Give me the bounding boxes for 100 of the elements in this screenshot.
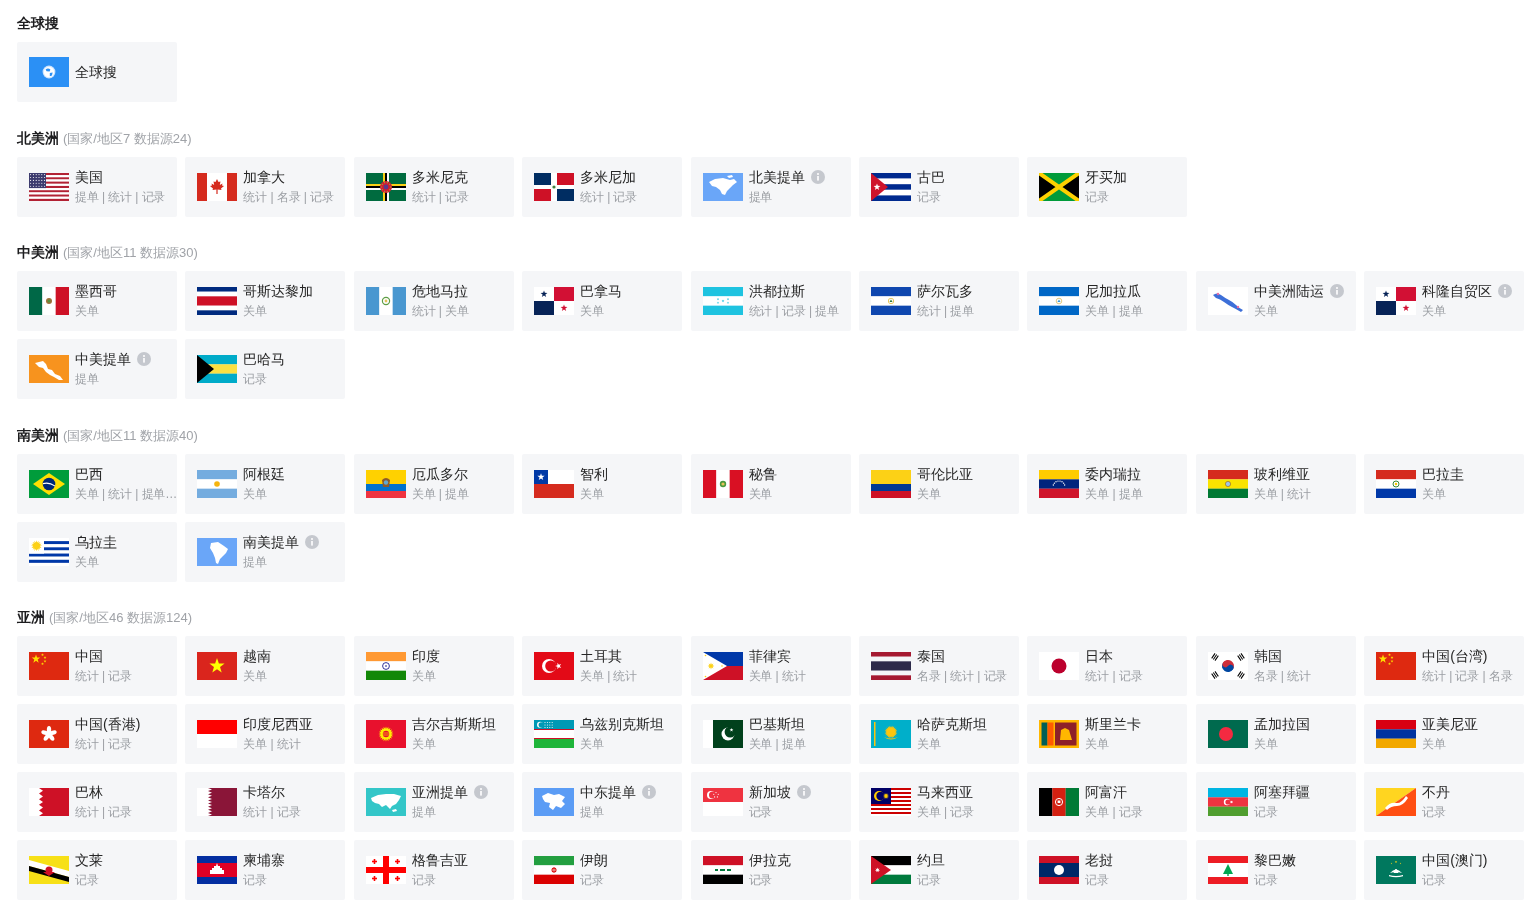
source-card[interactable]: 韩国 名录 | 统计 <box>1195 636 1356 696</box>
source-card[interactable]: 菲律宾 关单 | 统计 <box>690 636 851 696</box>
source-card[interactable]: 印度尼西亚 关单 | 统计 <box>185 704 346 764</box>
source-card[interactable]: 格鲁吉亚 记录 <box>353 840 514 900</box>
source-data-types: 统计 | 关单 <box>411 303 469 320</box>
source-data-types: 记录 <box>75 872 100 889</box>
source-card[interactable]: 不丹 记录 <box>1364 772 1525 832</box>
source-card[interactable]: 巴西 关单 | 统计 | 提单… <box>17 453 177 514</box>
source-card[interactable]: 多米尼克 统计 | 记录 <box>353 156 514 217</box>
source-card[interactable]: 巴拿马 关单 <box>522 271 683 331</box>
source-card[interactable]: 北美提单 提单 <box>690 156 851 217</box>
source-card[interactable]: 中东提单 提单 <box>522 772 683 832</box>
source-card[interactable]: 老挝 记录 <box>1027 840 1188 900</box>
source-card[interactable]: 古巴 记录 <box>858 156 1019 217</box>
flag-icon <box>870 720 911 748</box>
source-card[interactable]: 新加坡 记录 <box>690 772 851 832</box>
section-count: (国家/地区11 数据源30) <box>63 244 198 262</box>
source-data-types: 提单 <box>75 371 100 388</box>
source-name: 伊拉克 <box>748 851 791 870</box>
source-card[interactable]: 乌拉圭 关单 <box>17 521 177 582</box>
source-card[interactable]: 阿根廷 关单 <box>185 453 346 514</box>
source-card[interactable]: 尼加拉瓜 关单 | 提单 <box>1027 271 1188 331</box>
source-name: 秘鲁 <box>748 464 777 484</box>
source-card[interactable]: 亚洲提单 提单 <box>353 772 514 832</box>
source-card[interactable]: 厄瓜多尔 关单 | 提单 <box>353 453 514 514</box>
source-card[interactable]: 智利 关单 <box>522 453 683 514</box>
source-data-types: 记录 <box>1085 188 1111 206</box>
source-card[interactable]: 乌兹别克斯坦 关单 <box>522 704 683 764</box>
source-card[interactable]: 黎巴嫩 记录 <box>1195 840 1356 900</box>
flag-icon <box>1207 788 1248 816</box>
source-card[interactable]: 哥斯达黎加 关单 <box>185 271 346 331</box>
source-card[interactable]: 中美提单 提单 <box>17 339 177 399</box>
source-name: 中国(澳门) <box>1422 851 1488 870</box>
source-card[interactable]: 巴基斯坦 关单 | 提单 <box>690 704 851 764</box>
source-card[interactable]: 多米尼加 统计 | 记录 <box>522 156 683 217</box>
source-card[interactable]: 约旦 记录 <box>858 840 1019 900</box>
source-name: 中美提单 <box>75 350 131 369</box>
flag-icon <box>1039 469 1080 498</box>
source-data-types: 统计 | 记录 <box>75 668 133 685</box>
source-name: 乌拉圭 <box>75 532 117 552</box>
source-card[interactable]: 科隆自贸区 关单 <box>1364 271 1525 331</box>
source-data-types: 关单 | 记录 <box>916 804 975 821</box>
source-card[interactable]: 伊朗 记录 <box>522 840 683 900</box>
flag-icon <box>1376 652 1417 680</box>
flag-icon <box>870 788 911 816</box>
source-card[interactable]: 墨西哥 关单 <box>17 271 177 331</box>
source-card[interactable]: 洪都拉斯 统计 | 记录 | 提单 <box>690 271 851 331</box>
source-data-types: 关单 | 提单 <box>1085 485 1143 503</box>
source-card[interactable]: 土耳其 关单 | 统计 <box>522 636 683 696</box>
source-card[interactable]: 孟加拉国 关单 <box>1195 704 1356 764</box>
source-card[interactable]: 巴拉圭 关单 <box>1364 453 1525 514</box>
flag-icon <box>534 720 575 748</box>
source-data-types: 关单 <box>75 553 100 571</box>
source-card[interactable]: 马来西亚 关单 | 记录 <box>858 772 1019 832</box>
source-card[interactable]: 伊拉克 记录 <box>690 840 851 900</box>
source-card[interactable]: 中国(澳门) 记录 <box>1364 840 1525 900</box>
source-card[interactable]: 阿塞拜疆 记录 <box>1195 772 1356 832</box>
source-card[interactable]: 卡塔尔 统计 | 记录 <box>185 772 346 832</box>
source-card[interactable]: 哥伦比亚 关单 <box>858 453 1019 514</box>
source-card[interactable]: 美国 提单 | 统计 | 记录 <box>17 156 177 217</box>
source-card[interactable]: 危地马拉 统计 | 关单 <box>353 271 514 331</box>
source-card[interactable]: 巴哈马 记录 <box>185 339 346 399</box>
source-card[interactable]: 中国(台湾) 统计 | 记录 | 名录 <box>1364 636 1525 696</box>
source-card[interactable]: 委内瑞拉 关单 | 提单 <box>1027 453 1188 514</box>
source-card[interactable]: 文莱 记录 <box>17 840 177 900</box>
source-card[interactable]: 秘鲁 关单 <box>690 453 851 514</box>
source-card[interactable]: 哈萨克斯坦 关单 <box>858 704 1019 764</box>
source-card[interactable]: 斯里兰卡 关单 <box>1027 704 1188 764</box>
source-card[interactable]: 中美洲陆运 关单 <box>1195 271 1356 331</box>
source-card[interactable]: 印度 关单 <box>353 636 514 696</box>
flag-icon <box>197 652 238 680</box>
source-card[interactable]: 日本 统计 | 记录 <box>1027 636 1188 696</box>
source-card[interactable]: 阿富汗 关单 | 记录 <box>1027 772 1188 832</box>
source-name: 阿根廷 <box>243 464 286 484</box>
flag-icon <box>1039 172 1080 201</box>
source-card[interactable]: 柬埔寨 记录 <box>185 840 346 900</box>
flag-icon <box>702 856 743 884</box>
source-card[interactable]: 亚美尼亚 关单 <box>1364 704 1525 764</box>
source-card[interactable]: 巴林 统计 | 记录 <box>17 772 177 832</box>
source-card[interactable]: 中国(香港) 统计 | 记录 <box>17 704 177 764</box>
flag-icon <box>870 856 911 884</box>
source-card[interactable]: 加拿大 统计 | 名录 | 记录 <box>185 156 346 217</box>
source-name: 厄瓜多尔 <box>411 464 468 484</box>
source-card[interactable]: 玻利维亚 关单 | 统计 <box>1195 453 1356 514</box>
source-data-types: 记录 <box>1253 804 1279 821</box>
source-data-types: 关单 <box>75 303 100 320</box>
source-card[interactable]: 牙买加 记录 <box>1027 156 1188 217</box>
source-name: 北美提单 <box>748 167 805 187</box>
source-card[interactable]: 越南 关单 <box>185 636 346 696</box>
source-name: 巴哈马 <box>243 350 286 369</box>
flag-icon <box>29 720 69 748</box>
source-card[interactable]: 中国 统计 | 记录 <box>17 636 177 696</box>
flag-icon <box>365 469 406 498</box>
source-card[interactable]: 吉尔吉斯斯坦 关单 <box>353 704 514 764</box>
source-card[interactable]: 南美提单 提单 <box>185 521 346 582</box>
source-card[interactable]: 全球搜 <box>17 42 177 102</box>
source-data-types: 关单 <box>243 303 269 320</box>
source-name: 越南 <box>243 647 272 666</box>
source-card[interactable]: 萨尔瓦多 统计 | 提单 <box>858 271 1019 331</box>
source-card[interactable]: 泰国 名录 | 统计 | 记录 <box>858 636 1019 696</box>
